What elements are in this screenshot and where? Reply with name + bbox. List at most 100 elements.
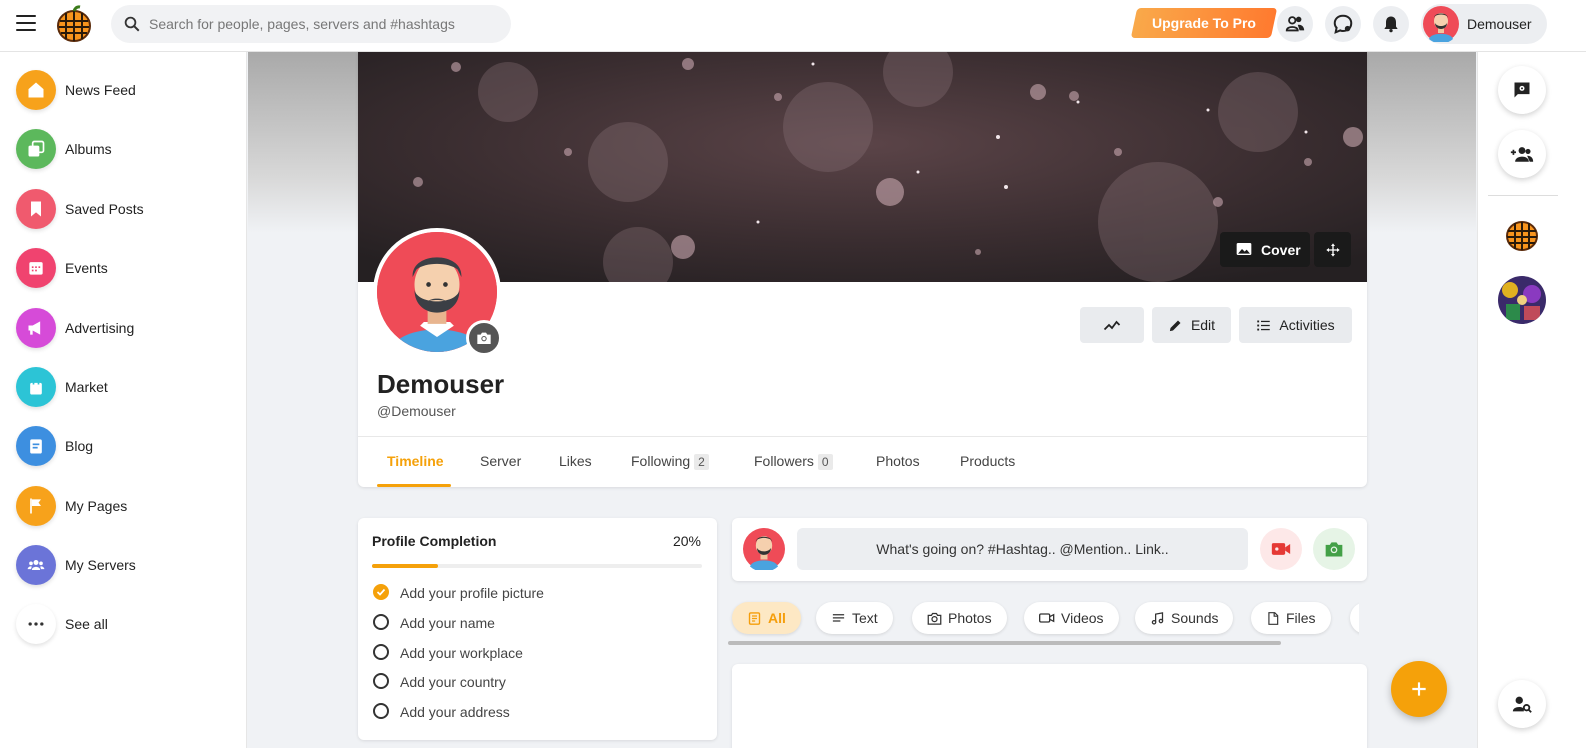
search-icon [124, 16, 140, 32]
sidebar-item-label: Blog [65, 438, 94, 454]
tab-photos[interactable]: Photos [876, 453, 920, 469]
file-icon [1268, 611, 1279, 625]
edit-label: Edit [1190, 317, 1216, 333]
site-logo[interactable] [56, 5, 92, 43]
post-input[interactable]: What's going on? #Hashtag.. @Mention.. L… [797, 528, 1248, 570]
move-icon [1325, 242, 1340, 257]
tab-label: Followers [754, 453, 814, 469]
upgrade-button[interactable]: Upgrade To Pro [1130, 8, 1278, 38]
megaphone-icon [16, 308, 56, 348]
create-post-fab[interactable] [1391, 661, 1447, 717]
image-icon [1236, 243, 1252, 255]
post-composer: What's going on? #Hashtag.. @Mention.. L… [732, 518, 1367, 581]
post-filter-bar: All Text Photos Videos Sounds Files [728, 600, 1359, 640]
circle-icon [373, 614, 389, 630]
trending-icon [1103, 320, 1121, 331]
notifications-button[interactable] [1373, 6, 1409, 42]
live-video-button[interactable] [1260, 528, 1302, 570]
tab-products[interactable]: Products [960, 453, 1015, 469]
add-friends-button[interactable] [1498, 130, 1546, 178]
search-box[interactable]: Search for people, pages, servers and #h… [111, 5, 511, 43]
cover-button[interactable]: Cover [1220, 232, 1310, 267]
progress-fill [372, 564, 438, 568]
filter-scrollbar[interactable] [728, 641, 1281, 645]
tab-label: Products [960, 453, 1016, 469]
create-server-button[interactable] [1498, 66, 1546, 114]
tab-label: Photos [876, 453, 920, 469]
tab-label: Likes [559, 453, 592, 469]
completion-item-label: Add your country [400, 674, 506, 690]
camera-icon [477, 332, 491, 344]
server-avatar[interactable] [1498, 210, 1546, 258]
messages-button[interactable] [1325, 6, 1361, 42]
tab-label: Timeline [387, 453, 444, 469]
profile-header-card: Cover Edit Activities Demouser @Demouser… [358, 52, 1367, 487]
add-group-icon [1510, 147, 1534, 162]
filter-sounds[interactable]: Sounds [1135, 602, 1234, 634]
activities-button[interactable]: Activities [1239, 307, 1352, 343]
right-sidebar-divider [1488, 195, 1558, 196]
active-tab-indicator [377, 484, 451, 487]
music-note-icon [1151, 611, 1164, 625]
sidebar-item-label: Albums [65, 141, 112, 157]
completion-item-label: Add your profile picture [400, 585, 544, 601]
top-bar: Search for people, pages, servers and #h… [0, 0, 1586, 52]
server-avatar[interactable] [1498, 276, 1546, 324]
tab-following[interactable]: Following 2 [631, 453, 709, 470]
all-posts-icon [748, 611, 761, 625]
filter-label: Sounds [1171, 610, 1219, 626]
search-input[interactable]: Search for people, pages, servers and #h… [149, 16, 455, 32]
check-icon [373, 584, 389, 600]
username: Demouser [1467, 16, 1532, 32]
avatar [743, 528, 785, 570]
upgrade-label: Upgrade To Pro [1152, 15, 1256, 31]
blog-icon [16, 426, 56, 466]
find-people-button[interactable] [1498, 680, 1546, 728]
user-menu[interactable]: Demouser [1421, 4, 1547, 44]
edit-profile-button[interactable]: Edit [1152, 307, 1231, 343]
sidebar-item-see-all[interactable]: See all [16, 604, 236, 644]
filter-files[interactable]: Files [1251, 602, 1331, 634]
tab-label: Server [480, 453, 522, 469]
sidebar-item-events[interactable]: Events [16, 248, 236, 288]
profile-completion-card: Profile Completion 20% Add your profile … [358, 518, 717, 740]
cover-photo [358, 52, 1367, 282]
filter-videos[interactable]: Videos [1024, 602, 1119, 634]
activities-label: Activities [1279, 317, 1335, 333]
reposition-cover-button[interactable] [1314, 232, 1351, 267]
add-photo-button[interactable] [1313, 528, 1355, 570]
tab-followers[interactable]: Followers 0 [754, 453, 833, 470]
sidebar-item-my-servers[interactable]: My Servers [16, 545, 236, 585]
profile-completion-progress [372, 564, 702, 568]
camera-icon [927, 612, 942, 625]
tab-server[interactable]: Server [480, 453, 521, 469]
stats-button[interactable] [1080, 307, 1144, 343]
filter-more[interactable] [1350, 602, 1359, 634]
tabs-divider [358, 436, 1367, 437]
sidebar-item-market[interactable]: Market [16, 367, 236, 407]
sidebar-item-blog[interactable]: Blog [16, 426, 236, 466]
video-camera-icon [1271, 543, 1291, 555]
plus-icon [1412, 682, 1426, 696]
tab-timeline[interactable]: Timeline [387, 453, 444, 469]
filter-text[interactable]: Text [816, 602, 893, 634]
more-icon [16, 604, 56, 644]
sidebar-item-my-pages[interactable]: My Pages [16, 486, 236, 526]
menu-icon[interactable] [16, 15, 36, 35]
friend-requests-button[interactable] [1277, 6, 1313, 42]
sidebar-item-news-feed[interactable]: News Feed [16, 70, 236, 110]
change-avatar-button[interactable] [466, 320, 502, 356]
filter-all[interactable]: All [732, 602, 801, 634]
sidebar-item-albums[interactable]: Albums [16, 129, 236, 169]
sidebar-item-advertising[interactable]: Advertising [16, 308, 236, 348]
completion-item-label: Add your workplace [400, 645, 523, 661]
albums-icon [16, 129, 56, 169]
pencil-icon [1169, 320, 1181, 331]
profile-completion-title: Profile Completion [372, 533, 497, 549]
filter-photos[interactable]: Photos [912, 602, 1007, 634]
sidebar-item-label: See all [65, 616, 108, 632]
camera-icon [1325, 542, 1343, 557]
sidebar-item-label: Market [65, 379, 108, 395]
sidebar-item-saved-posts[interactable]: Saved Posts [16, 189, 236, 229]
tab-likes[interactable]: Likes [559, 453, 592, 469]
